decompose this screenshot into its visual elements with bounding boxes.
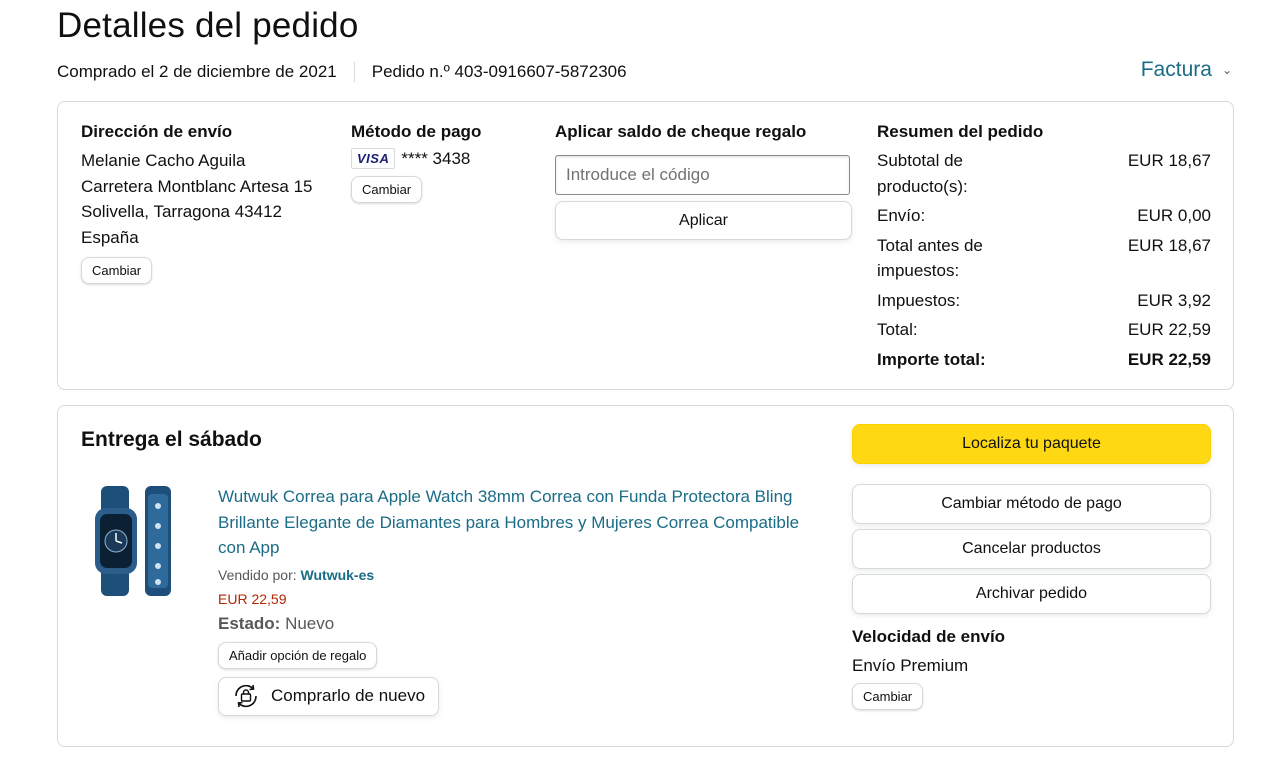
- order-meta: Comprado el 2 de diciembre de 2021 Pedid…: [57, 62, 627, 82]
- buy-again-button[interactable]: Comprarlo de nuevo: [218, 676, 440, 716]
- change-shipping-speed-button[interactable]: Cambiar: [852, 683, 924, 710]
- condition-value: Nuevo: [285, 613, 335, 633]
- gift-card-section: Aplicar saldo de cheque regalo Aplicar: [555, 122, 852, 240]
- product-price: EUR 22,59: [218, 590, 287, 607]
- summary-value: EUR 0,00: [1137, 206, 1211, 225]
- buy-again-icon: [235, 684, 257, 708]
- summary-value: EUR 3,92: [1137, 290, 1211, 310]
- archive-order-button[interactable]: Archivar pedido: [852, 574, 1211, 614]
- summary-label: Total:: [877, 320, 918, 339]
- card-number: **** 3438: [401, 148, 471, 168]
- page-title: Detalles del pedido: [57, 6, 359, 45]
- meta-divider: [353, 62, 355, 82]
- summary-value: EUR 22,59: [1127, 320, 1211, 339]
- delivery-title: Entrega el sábado: [81, 428, 262, 451]
- chevron-down-icon: ⌄: [1221, 63, 1232, 77]
- order-actions: Localiza tu paquete Cambiar método de pa…: [852, 424, 1211, 710]
- summary-label: Envío:: [877, 206, 926, 225]
- address-line: Solivella, Tarragona 43412: [81, 202, 282, 221]
- summary-row: Subtotal de producto(s): EUR 18,67: [877, 148, 1211, 199]
- cancel-items-button[interactable]: Cancelar productos: [852, 529, 1211, 569]
- sold-by-label: Vendido por:: [218, 566, 297, 583]
- product-title-link[interactable]: Wutwuk Correa para Apple Watch 38mm Corr…: [218, 484, 808, 561]
- product-info: Wutwuk Correa para Apple Watch 38mm Corr…: [218, 484, 818, 716]
- summary-row: Impuestos: EUR 3,92: [877, 288, 1211, 314]
- buy-again-label: Comprarlo de nuevo: [271, 686, 426, 705]
- summary-row: Envío: EUR 0,00: [877, 203, 1211, 229]
- summary-value: EUR 18,67: [1127, 235, 1211, 255]
- purchase-date: Comprado el 2 de diciembre de 2021: [57, 62, 337, 81]
- order-summary-heading: Resumen del pedido: [877, 122, 1044, 141]
- gift-card-heading: Aplicar saldo de cheque regalo: [555, 122, 807, 141]
- apply-gift-button[interactable]: Aplicar: [555, 201, 852, 240]
- payment-method-heading: Método de pago: [351, 122, 482, 141]
- summary-label: Total antes de impuestos:: [877, 235, 983, 281]
- grand-total-row: Importe total: EUR 22,59: [877, 347, 1211, 373]
- shipping-address-heading: Dirección de envío: [81, 122, 233, 141]
- shipping-address-section: Dirección de envío Melanie Cacho Aguila …: [81, 122, 313, 284]
- visa-icon: VISA: [351, 148, 396, 169]
- change-address-button[interactable]: Cambiar: [81, 257, 153, 284]
- seller-info: Vendido por: Wutwuk-es: [218, 567, 818, 583]
- summary-value: EUR 18,67: [1127, 151, 1211, 170]
- shipping-speed-value: Envío Premium: [852, 656, 969, 675]
- summary-row: Total: EUR 22,59: [877, 317, 1211, 343]
- address-line: Melanie Cacho Aguila: [81, 151, 246, 170]
- payment-method-section: Método de pago VISA **** 3438 Cambiar: [351, 122, 481, 203]
- invoice-dropdown[interactable]: Factura ⌄: [1141, 58, 1232, 82]
- order-summary-section: Resumen del pedido Subtotal de producto(…: [877, 122, 1211, 376]
- add-gift-option-button[interactable]: Añadir opción de regalo: [218, 641, 378, 669]
- product-image[interactable]: [95, 486, 191, 596]
- seller-link[interactable]: Wutwuk-es: [301, 567, 375, 583]
- grand-total-value: EUR 22,59: [1127, 349, 1211, 369]
- condition-label: Estado:: [218, 613, 281, 633]
- grand-total-label: Importe total:: [877, 349, 986, 369]
- order-number: Pedido n.º 403-0916607-5872306: [371, 62, 627, 81]
- address-line: Carretera Montblanc Artesa 15: [81, 176, 313, 196]
- change-payment-button[interactable]: Cambiar: [351, 176, 423, 203]
- invoice-label: Factura: [1140, 58, 1212, 81]
- order-info-panel: Dirección de envío Melanie Cacho Aguila …: [57, 101, 1234, 390]
- change-payment-method-button[interactable]: Cambiar método de pago: [852, 484, 1211, 524]
- track-package-button[interactable]: Localiza tu paquete: [852, 424, 1211, 464]
- delivery-panel: Entrega el sábado Wutwuk Correa para App…: [57, 405, 1234, 747]
- gift-code-input[interactable]: [555, 155, 850, 195]
- summary-row: Total antes de impuestos: EUR 18,67: [877, 233, 1211, 284]
- summary-label: Impuestos:: [877, 290, 961, 310]
- address-line: España: [81, 227, 139, 247]
- product-condition: Estado: Nuevo: [218, 614, 818, 634]
- card-row: VISA **** 3438: [351, 148, 481, 169]
- shipping-speed-heading: Velocidad de envío: [852, 627, 1006, 646]
- summary-label: Subtotal de producto(s):: [877, 151, 968, 196]
